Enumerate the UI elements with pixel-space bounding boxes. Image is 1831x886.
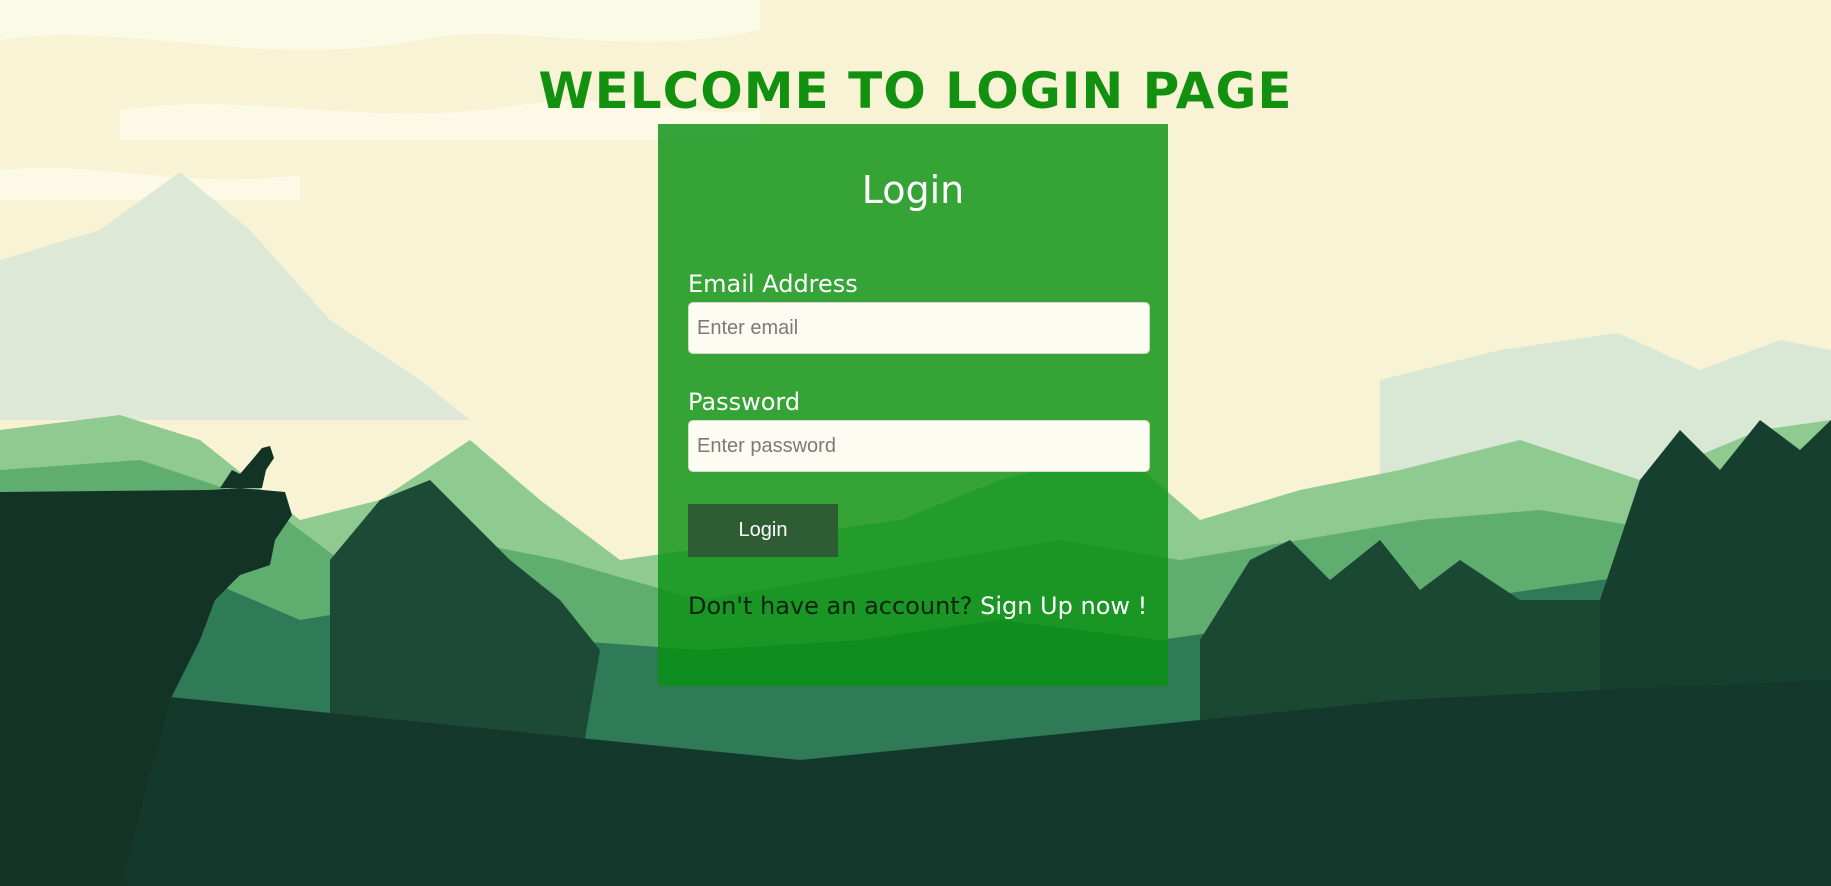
password-label: Password bbox=[688, 388, 801, 416]
card-title: Login bbox=[861, 168, 965, 212]
email-label: Email Address bbox=[688, 270, 858, 298]
signup-link[interactable]: Sign Up now ! bbox=[980, 592, 1147, 620]
login-card: Login Email Address Password Login Don't… bbox=[658, 124, 1168, 686]
page-title: WELCOME TO LOGIN PAGE bbox=[538, 61, 1293, 120]
signup-line: Don't have an account? Sign Up now ! bbox=[688, 592, 1147, 620]
email-input[interactable] bbox=[688, 302, 1150, 354]
signup-prompt: Don't have an account? bbox=[688, 592, 973, 620]
login-button[interactable]: Login bbox=[688, 504, 838, 557]
password-input[interactable] bbox=[688, 420, 1150, 472]
